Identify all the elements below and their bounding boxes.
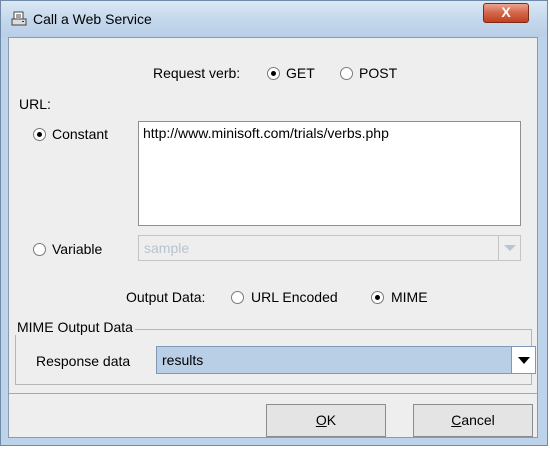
mime-radio[interactable] — [371, 291, 384, 304]
button-separator — [9, 393, 537, 394]
constant-radio-label[interactable]: Constant — [52, 126, 108, 142]
close-button[interactable]: X — [483, 3, 529, 23]
url-encoded-radio[interactable] — [231, 291, 244, 304]
title-bar[interactable]: Call a Web Service X — [1, 1, 547, 37]
mime-output-group-title: MIME Output Data — [15, 319, 135, 335]
output-data-label: Output Data: — [126, 289, 206, 305]
post-radio[interactable] — [340, 67, 353, 80]
post-radio-label[interactable]: POST — [359, 65, 397, 81]
ok-label-rest: K — [326, 412, 337, 428]
chevron-down-icon — [498, 236, 520, 260]
get-radio-label[interactable]: GET — [286, 65, 315, 81]
cancel-button[interactable]: Cancel — [413, 404, 533, 437]
request-verb-label: Request verb: — [153, 65, 241, 81]
cancel-label-rest: ancel — [461, 412, 495, 428]
dialog-window: Call a Web Service X Request verb: GET P… — [0, 0, 548, 446]
response-data-combo[interactable]: results — [156, 346, 536, 374]
constant-radio[interactable] — [33, 128, 46, 141]
ok-button[interactable]: OK — [266, 404, 386, 437]
variable-radio[interactable] — [33, 243, 46, 256]
url-encoded-radio-label[interactable]: URL Encoded — [251, 289, 338, 305]
url-section-label: URL: — [19, 96, 51, 112]
window-title: Call a Web Service — [33, 11, 152, 27]
cancel-mnemonic: C — [451, 412, 462, 428]
response-data-value: results — [162, 352, 204, 368]
close-icon: X — [501, 4, 511, 20]
url-constant-textarea[interactable]: http://www.minisoft.com/trials/verbs.php — [138, 121, 521, 226]
mime-radio-label[interactable]: MIME — [391, 289, 428, 305]
variable-combo: sample — [138, 235, 521, 261]
url-constant-value: http://www.minisoft.com/trials/verbs.php — [143, 125, 389, 141]
printer-page-icon — [11, 11, 27, 27]
variable-combo-value: sample — [144, 240, 190, 256]
get-radio[interactable] — [267, 67, 280, 80]
chevron-down-icon[interactable] — [511, 347, 535, 373]
variable-radio-label[interactable]: Variable — [52, 241, 102, 257]
response-data-label: Response data — [36, 353, 131, 369]
dialog-body: Request verb: GET POST URL: Constant htt… — [8, 37, 538, 438]
ok-mnemonic: O — [315, 412, 327, 428]
